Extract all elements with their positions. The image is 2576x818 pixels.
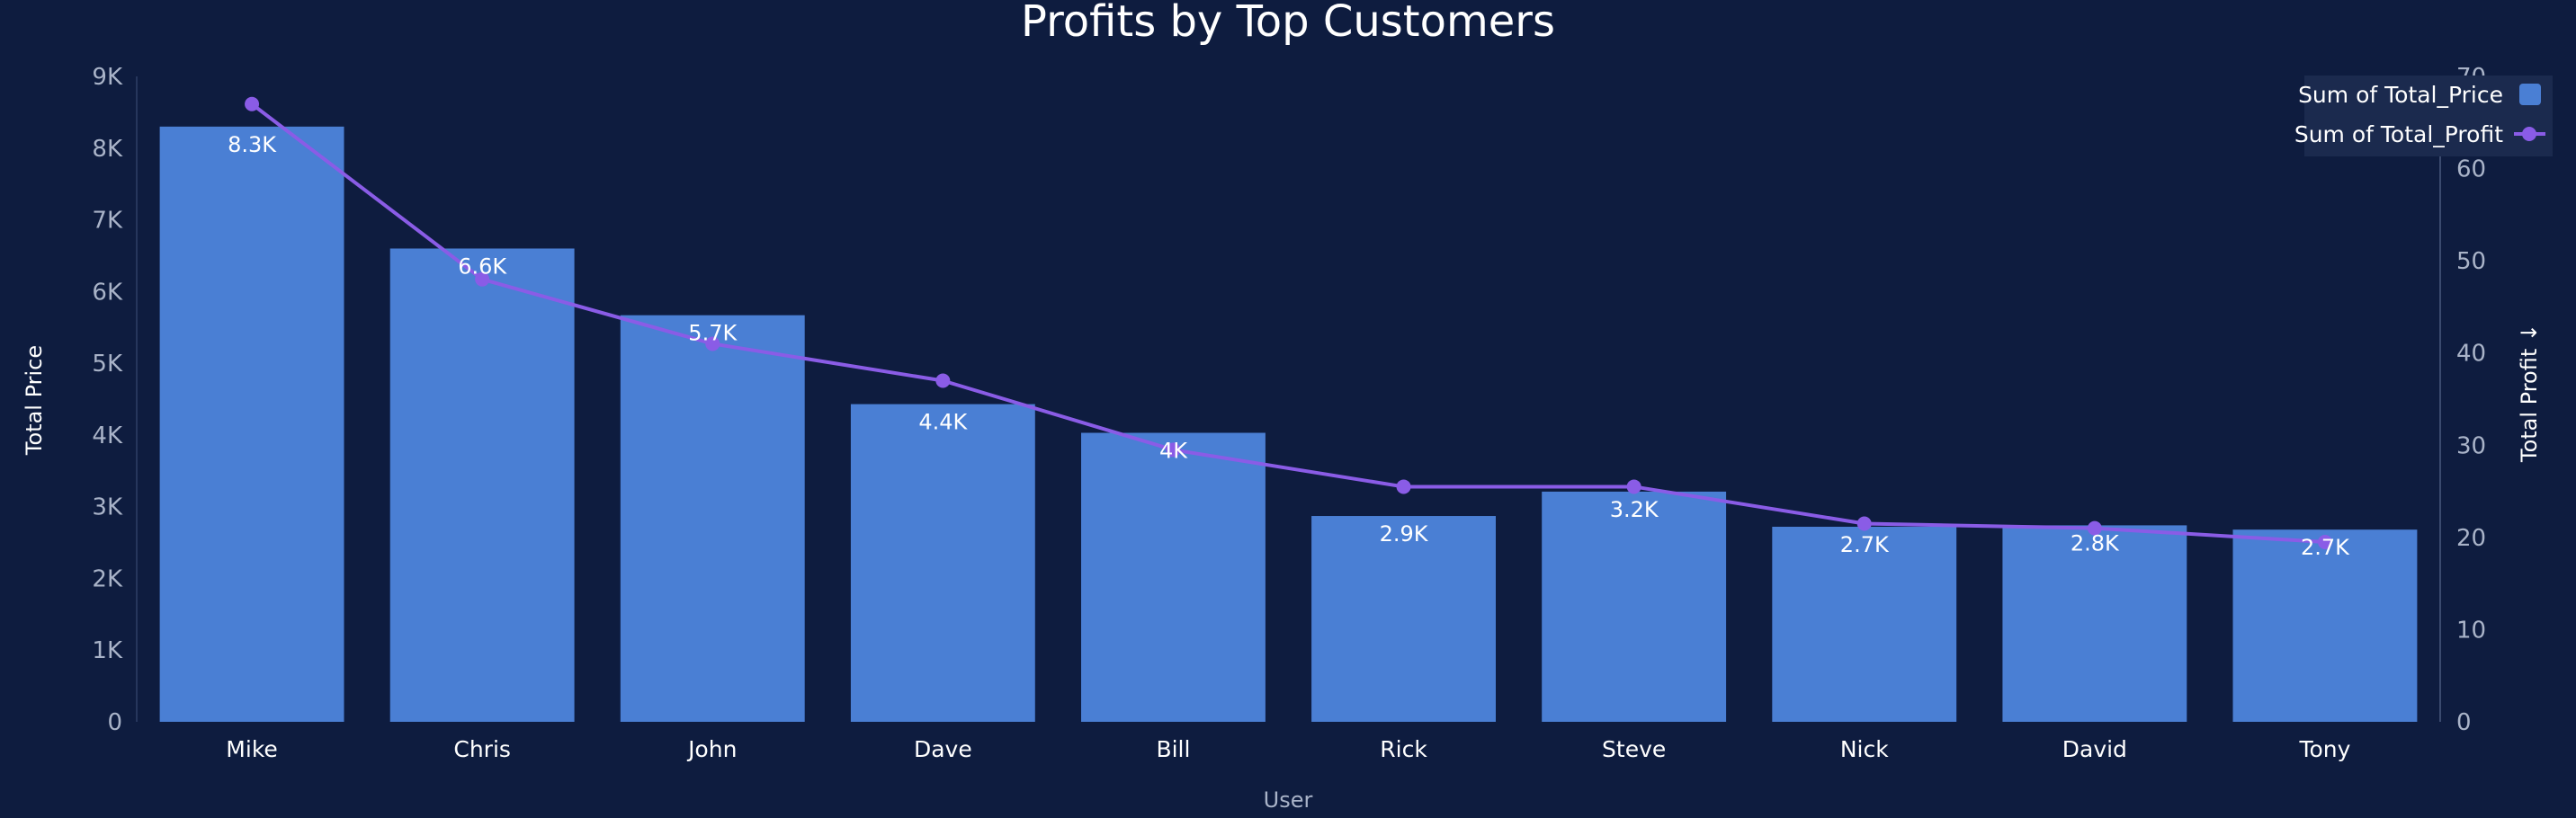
chart-title: Profits by Top Customers [1021, 0, 1555, 47]
y2-tick-label: 20 [2456, 525, 2486, 552]
bar[interactable] [389, 248, 575, 722]
x-tick-label: Chris [453, 736, 511, 762]
y-tick-label: 0 [107, 709, 122, 736]
y-tick-label: 8K [92, 136, 123, 163]
x-tick-label: Dave [914, 736, 972, 762]
y-tick-label: 5K [92, 351, 123, 378]
legend-item-price-label[interactable]: Sum of Total_Price [2298, 82, 2503, 108]
y-tick-label: 3K [92, 494, 123, 521]
y-tick-label: 4K [92, 422, 123, 449]
bar[interactable] [1311, 516, 1496, 722]
bar[interactable] [850, 404, 1035, 722]
y2-axis-title: Total Profit ↓ [2517, 324, 2542, 463]
x-tick-label: Rick [1380, 736, 1427, 762]
legend-item-profit-label[interactable]: Sum of Total_Profit [2294, 121, 2503, 147]
y-axis-title: Total Price [22, 345, 47, 456]
bar[interactable] [620, 315, 805, 722]
bar-data-label: 2.7K [2301, 535, 2350, 560]
bar-series [159, 126, 2418, 722]
bar-data-label: 8.3K [228, 132, 277, 157]
y2-tick-label: 40 [2456, 341, 2486, 368]
y2-tick-label: 0 [2456, 709, 2472, 736]
x-tick-label: Tony [2298, 736, 2350, 762]
x-tick-label: John [686, 736, 737, 762]
bar-data-label: 6.6K [458, 253, 507, 279]
y2-tick-label: 50 [2456, 248, 2486, 275]
profit-point[interactable] [935, 373, 951, 388]
x-tick-label: Bill [1156, 736, 1190, 762]
legend[interactable]: Sum of Total_Price Sum of Total_Profit [2294, 76, 2553, 156]
bar[interactable] [1081, 432, 1266, 722]
bar-data-label: 4K [1159, 438, 1188, 463]
bar-data-label: 3.2K [1610, 497, 1659, 522]
bar[interactable] [159, 126, 344, 722]
bar[interactable] [1542, 491, 1727, 722]
bar-data-label: 2.8K [2071, 530, 2120, 556]
bar-data-label: 2.7K [1840, 532, 1890, 557]
y2-tick-label: 60 [2456, 156, 2486, 183]
legend-line-marker [2522, 127, 2536, 141]
x-tick-label: Steve [1602, 736, 1666, 762]
x-tick-label: David [2062, 736, 2127, 762]
x-tick-label: Nick [1840, 736, 1889, 762]
left-axis-ticks: 0 1K 2K 3K 4K 5K 6K 7K 8K 9K [92, 64, 123, 736]
profit-point[interactable] [1626, 479, 1641, 494]
y-tick-label: 2K [92, 565, 123, 592]
bar-data-label: 4.4K [918, 410, 968, 435]
category-axis-labels: Mike Chris John Dave Bill Rick Steve Nick David T… [226, 736, 2350, 762]
profit-point[interactable] [1396, 479, 1411, 494]
y2-tick-label: 30 [2456, 432, 2486, 459]
y-tick-label: 1K [92, 637, 123, 664]
bar-data-label: 5.7K [688, 321, 738, 346]
bar-data-label: 2.9K [1380, 521, 1429, 547]
right-axis-ticks: 010203040506070 [2456, 64, 2486, 736]
y-tick-label: 9K [92, 64, 123, 91]
y-tick-label: 7K [92, 208, 123, 235]
profit-point[interactable] [245, 96, 260, 111]
profit-point[interactable] [1856, 516, 1872, 531]
legend-bar-swatch [2519, 84, 2541, 105]
x-axis-title: User [1264, 787, 1313, 813]
y2-tick-label: 10 [2456, 617, 2486, 644]
profits-chart: Profits by Top Customers 0 1K 2K 3K 4K 5K 6K 7K… [22, 0, 2553, 813]
x-tick-label: Mike [226, 736, 277, 762]
y-tick-label: 6K [92, 279, 123, 306]
